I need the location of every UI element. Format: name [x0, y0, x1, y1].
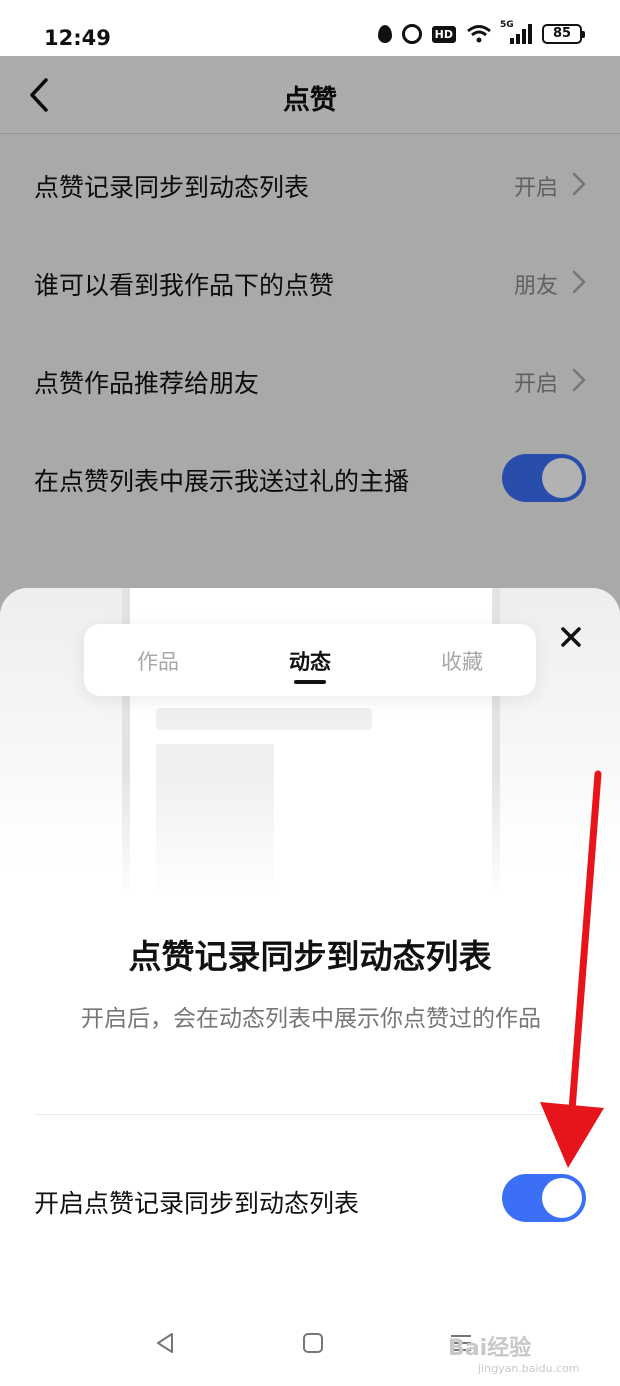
sync-toggle-label: 开启点赞记录同步到动态列表 — [34, 1189, 360, 1218]
wifi-icon — [466, 24, 492, 44]
active-tab-indicator — [294, 680, 326, 684]
network-type: 5G — [500, 20, 514, 30]
status-icons: HD 5G 85 — [377, 20, 585, 44]
placeholder-line — [156, 708, 372, 730]
water-drop-icon — [377, 25, 392, 43]
alarm-icon — [401, 24, 422, 44]
toggle-knob — [542, 1178, 582, 1218]
preview-fade — [0, 768, 620, 898]
close-icon — [561, 627, 581, 647]
signal-icon: 5G — [500, 20, 532, 44]
red-arrow-annotation — [540, 770, 604, 1168]
sheet-description: 开启后，会在动态列表中展示你点赞过的作品 — [81, 1006, 541, 1032]
square-home-icon — [303, 1333, 323, 1353]
tab-activity[interactable]: 动态 — [250, 646, 370, 676]
system-home-button[interactable] — [300, 1330, 326, 1356]
divider — [34, 1114, 586, 1115]
bottom-sheet: 作品 动态 收藏 点赞记录同步到动态列表 开启后，会在动态列表中展示你点赞过的作… — [0, 588, 620, 1386]
status-bar: 12:49 HD 5G 85 — [0, 0, 620, 56]
tab-works[interactable]: 作品 — [98, 646, 218, 676]
system-back-button[interactable] — [152, 1330, 178, 1356]
tab-bar: 作品 动态 收藏 — [84, 624, 536, 696]
triangle-back-icon — [157, 1333, 173, 1353]
watermark-logo: Bai经验 — [448, 1336, 532, 1361]
watermark-url: jingyan.baidu.com — [478, 1362, 580, 1375]
sync-likes-toggle[interactable] — [502, 1174, 586, 1222]
status-time: 12:49 — [44, 26, 111, 50]
hd-icon: HD — [431, 25, 456, 43]
tab-favorites[interactable]: 收藏 — [402, 646, 522, 676]
battery-icon: 85 — [542, 24, 585, 44]
sheet-title: 点赞记录同步到动态列表 — [128, 937, 492, 976]
close-button[interactable] — [556, 622, 586, 652]
